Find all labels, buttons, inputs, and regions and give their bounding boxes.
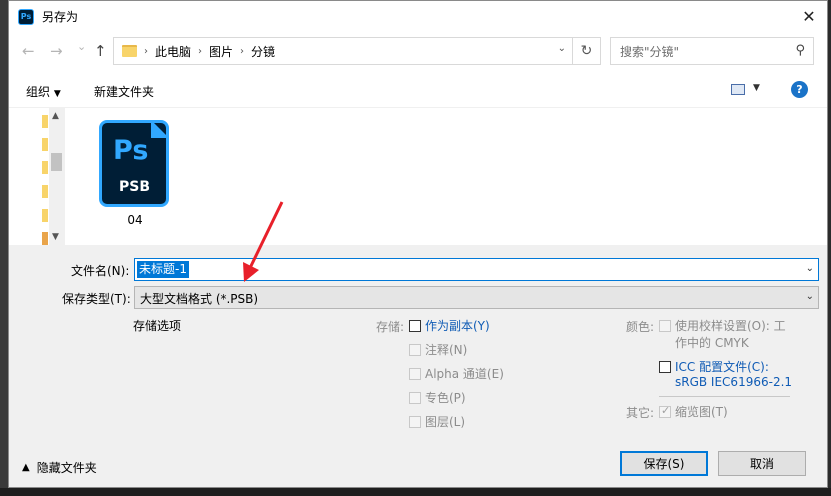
breadcrumb-item[interactable]: 分镜 [251, 43, 275, 60]
scroll-up-icon[interactable]: ▲ [52, 111, 59, 121]
chevron-right-icon: › [240, 45, 245, 57]
icc-profile-checkbox[interactable]: ICC 配置文件(C): [659, 358, 769, 375]
checkbox-box[interactable] [409, 319, 421, 332]
filetype-select[interactable]: 大型文档格式 (*.PSB) ⌄ [134, 286, 819, 309]
organize-menu[interactable]: 组织 ▼ [26, 83, 61, 100]
chevron-down-icon[interactable]: ⌄ [806, 291, 814, 302]
color-label: 颜色: [626, 320, 655, 334]
navigation-bar: ← → ⌄ ↑ › 此电脑 › 图片 › 分镜 ⌄ ↻ 搜索"分镜" ⚲ [9, 32, 827, 72]
nav-folder-icon[interactable] [42, 161, 48, 174]
checkbox-box[interactable] [659, 360, 671, 373]
save-button[interactable]: 保存(S) [620, 451, 708, 476]
as-copy-checkbox[interactable]: 作为副本(Y) [409, 317, 490, 334]
recent-locations-chevron-icon[interactable]: ⌄ [77, 40, 86, 53]
filetype-label: 保存类型(T): [62, 292, 131, 306]
spot-colors-checkbox: 专色(P) [409, 389, 466, 406]
icon-fold [151, 120, 169, 138]
search-icon: ⚲ [795, 43, 805, 58]
hide-folders-toggle[interactable]: ▲ 隐藏文件夹 [22, 459, 97, 476]
file-name: 04 [127, 213, 143, 227]
notes-checkbox: 注释(N) [409, 341, 467, 358]
nav-pane-scrollbar[interactable]: ▲ ▼ [49, 108, 65, 245]
spot-label: 专色(P) [425, 391, 466, 405]
use-proof-setup-checkbox: 使用校样设置(O): 工 [659, 317, 786, 334]
chevron-down-icon[interactable]: ⌄ [806, 263, 814, 274]
layers-label: 图层(L) [425, 415, 466, 429]
refresh-icon[interactable]: ↻ [572, 38, 600, 64]
view-options-icon[interactable] [731, 84, 745, 95]
checkbox-box [409, 367, 421, 380]
chevron-down-icon[interactable]: ⌄ [558, 43, 566, 54]
notes-label: 注释(N) [425, 343, 468, 357]
file-item[interactable]: Ps PSB 04 [96, 118, 174, 228]
breadcrumb-item[interactable]: 图片 [209, 43, 233, 60]
background-app-bottom [0, 488, 831, 496]
other-label: 其它: [626, 406, 655, 420]
divider [659, 396, 790, 397]
checkbox-box [409, 343, 421, 356]
photoshop-app-icon: Ps [18, 8, 34, 25]
address-bar[interactable]: › 此电脑 › 图片 › 分镜 ⌄ ↻ [113, 37, 601, 65]
as-copy-label: 作为副本(Y) [425, 319, 490, 333]
psb-icon-label: PSB [119, 179, 151, 195]
caret-down-icon[interactable]: ▼ [753, 83, 760, 93]
thumbnail-label: 缩览图(T) [675, 405, 728, 419]
save-options-title: 存储选项 [133, 319, 182, 333]
filename-label: 文件名(N): [71, 264, 130, 278]
titlebar: Ps 另存为 ✕ [9, 1, 827, 32]
filetype-value: 大型文档格式 (*.PSB) [140, 292, 259, 306]
chevron-up-icon: ▲ [22, 462, 30, 473]
checkbox-box [659, 319, 671, 332]
scroll-thumb[interactable] [51, 153, 62, 171]
forward-arrow-icon[interactable]: → [50, 42, 63, 60]
nav-folder-icon[interactable] [42, 232, 48, 245]
psb-file-icon: Ps PSB [99, 120, 169, 207]
breadcrumb-item[interactable]: 此电脑 [155, 43, 191, 60]
save-as-dialog: Ps 另存为 ✕ ← → ⌄ ↑ › 此电脑 › 图片 › 分镜 ⌄ ↻ 搜索"… [8, 0, 828, 488]
nav-folder-icon[interactable] [42, 138, 48, 151]
search-placeholder: 搜索"分镜" [620, 44, 680, 59]
cancel-button[interactable]: 取消 [718, 451, 806, 476]
search-input[interactable]: 搜索"分镜" ⚲ [610, 37, 814, 65]
nav-folder-icon[interactable] [42, 209, 48, 222]
filename-field[interactable]: 未标题-1 ⌄ [134, 258, 819, 281]
hide-folders-label: 隐藏文件夹 [36, 461, 97, 475]
chevron-right-icon: › [198, 45, 203, 57]
dialog-title: 另存为 [42, 10, 79, 24]
proof-setup-label-line2: 作中的 CMYK [675, 336, 749, 350]
thumbnail-checkbox: 缩览图(T) [659, 403, 728, 420]
alpha-channels-checkbox: Alpha 通道(E) [409, 365, 504, 382]
folder-icon [122, 45, 137, 57]
file-browser-pane: ▲ ▼ Ps PSB 04 [9, 108, 827, 245]
chevron-right-icon: › [144, 45, 148, 57]
organize-label: 组织 [26, 85, 51, 99]
command-bar: 组织 ▼ 新建文件夹 ▼ ? [9, 72, 827, 108]
nav-folder-icon[interactable] [42, 115, 48, 128]
back-arrow-icon[interactable]: ← [22, 42, 35, 60]
checkbox-box [659, 404, 671, 418]
filename-value: 未标题-1 [137, 261, 189, 278]
checkbox-box [409, 415, 421, 428]
save-label: 存储: [376, 320, 405, 334]
checkbox-box [409, 391, 421, 404]
alpha-label: Alpha 通道(E) [425, 367, 504, 381]
icc-profile-value: sRGB IEC61966-2.1 [675, 375, 793, 389]
help-icon[interactable]: ? [791, 81, 808, 98]
close-icon[interactable]: ✕ [797, 5, 821, 27]
background-app-left [0, 0, 8, 496]
ps-icon-text: Ps [113, 135, 149, 166]
layers-checkbox: 图层(L) [409, 413, 465, 430]
caret-down-icon: ▼ [53, 89, 61, 99]
nav-folder-icon[interactable] [42, 185, 48, 198]
proof-setup-label: 使用校样设置(O): 工 [675, 319, 786, 333]
icc-profile-label: ICC 配置文件(C): [675, 360, 769, 374]
scroll-down-icon[interactable]: ▼ [52, 232, 59, 242]
new-folder-button[interactable]: 新建文件夹 [94, 83, 154, 100]
up-arrow-icon[interactable]: ↑ [94, 42, 107, 60]
